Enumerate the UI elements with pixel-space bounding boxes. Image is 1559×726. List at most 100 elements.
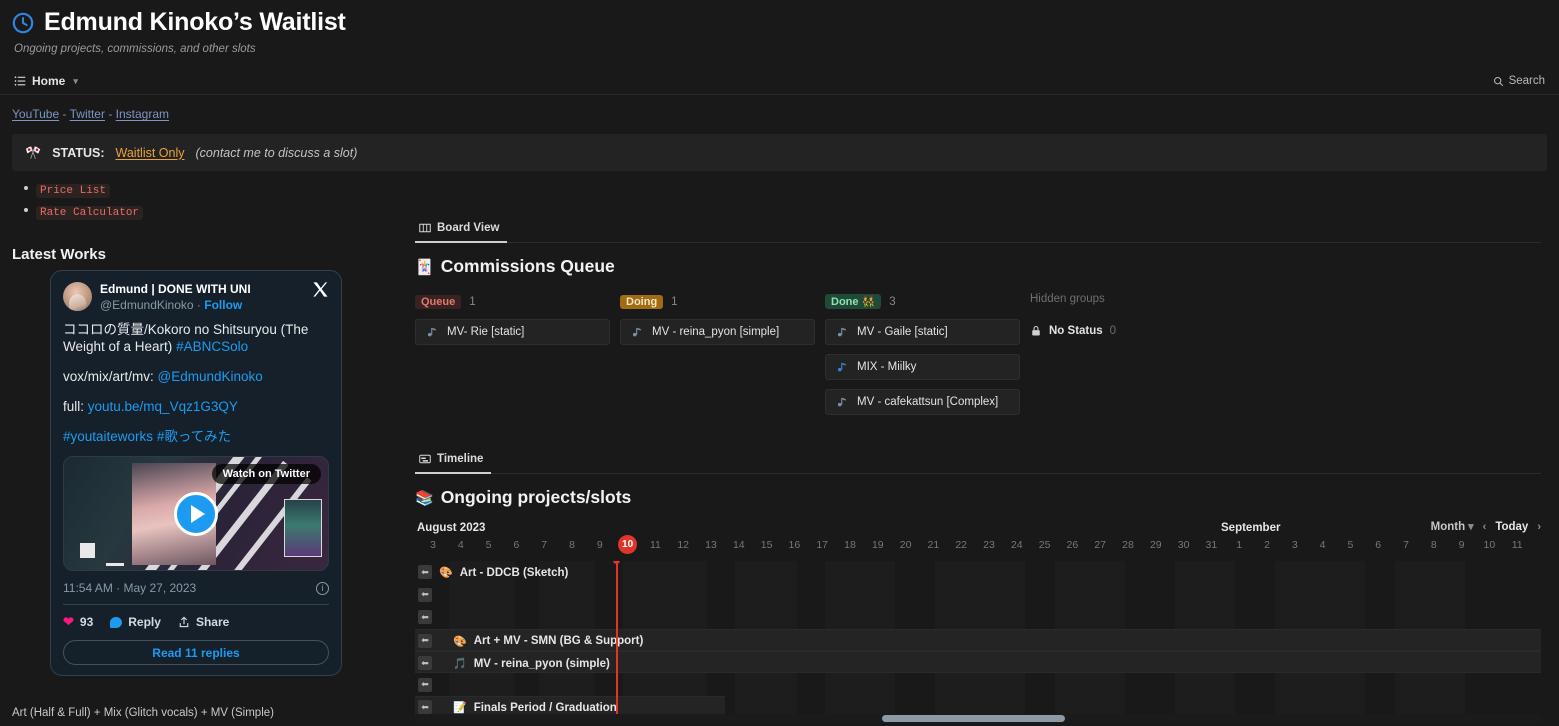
day-tick: 6: [1375, 539, 1382, 551]
rate-calculator-link[interactable]: Rate Calculator: [36, 206, 144, 220]
search-icon: [1493, 76, 1503, 86]
info-icon[interactable]: i: [316, 581, 329, 595]
chevron-right-icon[interactable]: ›: [1537, 521, 1541, 533]
x-logo-icon[interactable]: [312, 281, 329, 298]
day-tick: 26: [1066, 539, 1079, 551]
tweet-header: Edmund | DONE WITH UNI @EdmundKinoko · F…: [63, 282, 329, 313]
status-value-link[interactable]: Waitlist Only: [116, 146, 185, 160]
watch-on-twitter-button[interactable]: Watch on Twitter: [211, 464, 321, 484]
tweet-handle[interactable]: @EdmundKinoko: [100, 298, 194, 312]
timeline-row[interactable]: ⬅ 🎵 MV - reina_pyon (simple): [415, 651, 1541, 673]
play-icon[interactable]: [174, 491, 218, 536]
column-count: 1: [469, 295, 476, 308]
nav-home-label: Home: [32, 74, 66, 88]
hidden-groups-label: Hidden groups: [1030, 293, 1105, 305]
row-collapse-button[interactable]: ⬅: [418, 587, 432, 602]
music-note-icon: [837, 397, 846, 407]
timeline-row[interactable]: ⬅ 🎨 Art + MV - SMN (BG & Support): [415, 628, 1541, 651]
list-item: Rate Calculator: [22, 202, 1559, 220]
reply-icon: [110, 616, 123, 628]
tweet-timestamp: 11:54 AM · May 27, 2023: [63, 581, 197, 595]
timeline-row-label: 📝 Finals Period / Graduation: [453, 700, 617, 715]
board-card[interactable]: MV - cafekattsun [Complex]: [825, 389, 1020, 415]
status-badge[interactable]: Done 👯: [825, 294, 882, 309]
row-collapse-button[interactable]: ⬅: [418, 610, 432, 624]
day-tick: 28: [1122, 539, 1134, 551]
row-collapse-button[interactable]: ⬅: [418, 700, 432, 714]
tweet-hashtag-abncsolo[interactable]: #ABNCSolo: [176, 339, 248, 354]
timeline-section: Timeline 📚 Ongoing projects/slots August…: [415, 451, 1541, 723]
row-emoji-icon: 📝: [453, 702, 467, 714]
nav-home-button[interactable]: Home ▾: [14, 74, 78, 88]
horizontal-scrollbar[interactable]: [415, 714, 1541, 723]
link-youtube[interactable]: YouTube: [12, 107, 59, 121]
today-button[interactable]: Today: [1495, 521, 1528, 533]
board-card[interactable]: MV- Rie [static]: [415, 319, 610, 345]
nav-bar: Home ▾ Search: [0, 68, 1559, 95]
row-collapse-button[interactable]: ⬅: [418, 565, 432, 579]
avatar[interactable]: [63, 282, 92, 311]
timeline-row[interactable]: ⬅: [415, 674, 1541, 696]
status-badge[interactable]: Queue: [415, 294, 462, 309]
tab-timeline[interactable]: Timeline: [415, 451, 492, 474]
tweet-handle-row: @EdmundKinoko · Follow: [100, 297, 304, 313]
list-icon: [14, 76, 26, 86]
read-replies-button[interactable]: Read 11 replies: [63, 640, 329, 665]
status-note: (contact me to discuss a slot): [195, 145, 358, 160]
like-button[interactable]: ❤ 93: [63, 614, 93, 630]
day-tick: 17: [816, 539, 829, 551]
day-tick: 30: [1177, 539, 1190, 551]
tweet-video-thumbnail[interactable]: Watch on Twitter: [63, 456, 329, 571]
timeline-row[interactable]: ⬅ 🎨 Art - DDCB (Sketch): [415, 561, 1541, 583]
day-tick: 23: [983, 539, 995, 551]
board-card[interactable]: MV - reina_pyon [simple]: [620, 319, 815, 345]
search-button[interactable]: Search: [1493, 75, 1545, 87]
tweet-line-1: ココロの質量/Kokoro no Shitsuryou (The Weight …: [63, 321, 329, 355]
timeline-row[interactable]: ⬅: [415, 606, 1541, 628]
timeline-row[interactable]: ⬅: [415, 584, 1541, 606]
chevron-left-icon[interactable]: ‹: [1483, 521, 1487, 533]
tweet-line-2-text: vox/mix/art/mv:: [63, 369, 158, 384]
day-tick: 20: [899, 539, 912, 551]
board-column-header: Doing 1: [620, 293, 815, 310]
tab-board-view[interactable]: Board View: [415, 220, 508, 243]
row-title: Art - DDCB (Sketch): [459, 566, 569, 579]
row-title: Finals Period / Graduation: [473, 701, 617, 714]
tweet-hashtag-utattemita[interactable]: #歌ってみた: [157, 429, 231, 444]
row-emoji-icon: 🎵: [453, 658, 467, 670]
kanban-board: Queue 1 MV- Rie [static] Doing 1 MV - re…: [415, 293, 1541, 415]
price-list-link[interactable]: Price List: [36, 184, 111, 198]
resource-list: Price List Rate Calculator: [22, 180, 1559, 220]
day-tick: 14: [732, 539, 745, 551]
page-title: Edmund Kinoko’s Waitlist: [44, 8, 346, 36]
row-collapse-button[interactable]: ⬅: [418, 656, 432, 670]
link-twitter[interactable]: Twitter: [70, 107, 105, 121]
share-button[interactable]: Share: [178, 615, 229, 629]
no-status-group[interactable]: No Status 0: [1030, 325, 1220, 337]
clock-icon: [12, 12, 34, 33]
tweet-line-3-text: full:: [63, 399, 88, 414]
board-card[interactable]: MV - Gaile [static]: [825, 319, 1020, 345]
music-note-icon: [837, 327, 846, 337]
link-instagram[interactable]: Instagram: [116, 107, 169, 121]
status-badge[interactable]: Doing: [620, 294, 664, 309]
row-collapse-button[interactable]: ⬅: [418, 677, 432, 692]
tweet-mention-edmundkinoko[interactable]: @EdmundKinoko: [158, 369, 263, 384]
follow-button[interactable]: Follow: [204, 298, 242, 312]
reply-button[interactable]: Reply: [110, 615, 161, 629]
day-tick: 21: [927, 539, 940, 551]
board-card[interactable]: MIX - Miilky: [825, 354, 1020, 380]
board-card-title: MV - Gaile [static]: [857, 326, 948, 338]
day-tick: 3: [1291, 539, 1298, 551]
scrollbar-thumb[interactable]: [882, 715, 1065, 722]
day-tick: 5: [485, 539, 492, 551]
row-collapse-button[interactable]: ⬅: [418, 633, 432, 648]
tweet-youtube-link[interactable]: youtu.be/mq_Vqz1G3QY: [88, 399, 238, 414]
no-status-label: No Status: [1049, 325, 1103, 337]
timeline-grid[interactable]: ⬅ 🎨 Art - DDCB (Sketch) ⬅ ⬅ ⬅ 🎨 Art + MV - SMN …: [415, 561, 1541, 723]
tweet-embed-card[interactable]: Edmund | DONE WITH UNI @EdmundKinoko · F…: [50, 270, 342, 676]
view-mode-dropdown[interactable]: Month ▾: [1431, 520, 1474, 534]
music-note-icon: [427, 327, 436, 337]
tweet-hashtag-youtaiteworks[interactable]: #youtaiteworks: [63, 429, 153, 444]
day-tick: 8: [1430, 539, 1437, 551]
